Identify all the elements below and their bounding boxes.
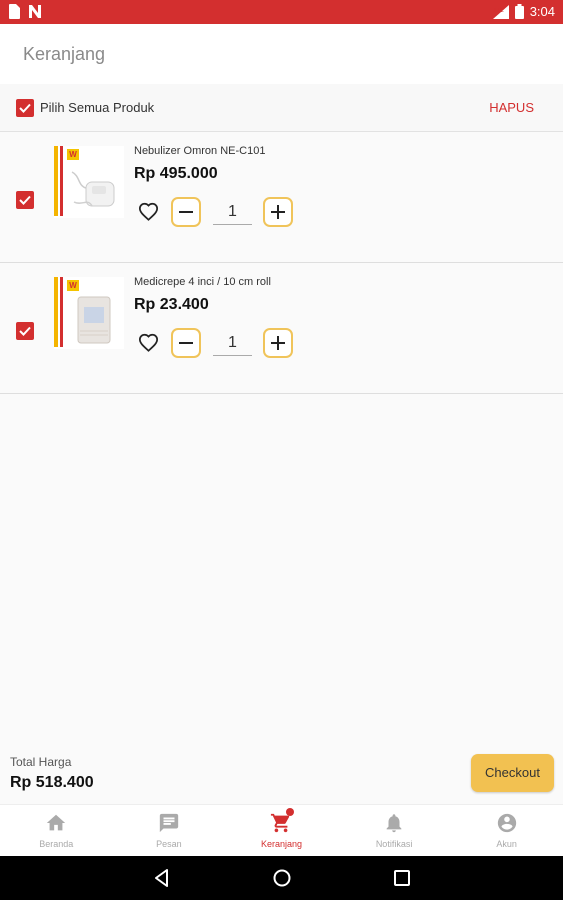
check-icon: [19, 326, 31, 336]
nebulizer-image: [71, 171, 115, 207]
increase-quantity-button[interactable]: [263, 197, 293, 227]
select-all-checkbox[interactable]: [16, 99, 34, 117]
nav-item-pesan[interactable]: Pesan: [113, 805, 226, 856]
status-bar: LTE 3:04: [0, 0, 563, 24]
battery-icon: [514, 4, 524, 19]
nav-item-keranjang[interactable]: Keranjang: [225, 805, 338, 856]
product-price: Rp 23.400: [134, 296, 209, 313]
select-all-row: Pilih Semua Produk HAPUS: [0, 84, 563, 132]
item-checkbox[interactable]: [16, 191, 34, 209]
heart-icon[interactable]: [138, 202, 159, 226]
recents-icon[interactable]: [392, 868, 412, 888]
heart-icon[interactable]: [138, 333, 159, 357]
cart-item: W Nebulizer Omron NE-C101 Rp 495.000 1: [0, 133, 563, 263]
nav-item-notifikasi[interactable]: Notifikasi: [338, 805, 451, 856]
svg-text:LTE: LTE: [494, 7, 504, 14]
check-icon: [19, 195, 31, 205]
clock: 3:04: [529, 4, 555, 19]
decrease-quantity-button[interactable]: [171, 328, 201, 358]
product-image[interactable]: W: [54, 146, 124, 218]
total-value: Rp 518.400: [10, 774, 94, 791]
signal-icon: LTE: [492, 4, 509, 19]
plus-icon: [271, 336, 285, 350]
product-price: Rp 495.000: [134, 165, 218, 182]
bandage-roll-image: [77, 296, 111, 344]
home-icon: [47, 814, 66, 831]
product-name[interactable]: Medicrepe 4 inci / 10 cm roll: [134, 276, 271, 288]
minus-icon: [179, 211, 193, 213]
delete-button[interactable]: HAPUS: [489, 100, 534, 115]
app-bar: Keranjang: [0, 24, 563, 84]
cart-badge: [286, 808, 295, 816]
checkout-button[interactable]: Checkout: [471, 754, 554, 792]
quantity-field[interactable]: 1: [213, 199, 252, 225]
bottom-nav: Beranda Pesan Keranjang Notifikasi Akun: [0, 804, 563, 856]
plus-icon: [271, 205, 285, 219]
increase-quantity-button[interactable]: [263, 328, 293, 358]
page-title: Keranjang: [23, 44, 106, 64]
check-icon: [19, 103, 31, 113]
select-all-label[interactable]: Pilih Semua Produk: [40, 100, 154, 115]
message-icon: [159, 813, 179, 833]
total-label: Total Harga: [10, 755, 72, 769]
store-logo: W: [67, 280, 79, 291]
nav-item-akun[interactable]: Akun: [450, 805, 563, 856]
file-icon: [8, 4, 20, 19]
account-icon: [497, 813, 516, 833]
app-notification-icon: [28, 5, 43, 18]
bell-icon: [386, 814, 402, 833]
quantity-field[interactable]: 1: [213, 330, 252, 356]
item-checkbox[interactable]: [16, 322, 34, 340]
minus-icon: [179, 342, 193, 344]
nav-item-beranda[interactable]: Beranda: [0, 805, 113, 856]
product-image[interactable]: W: [54, 277, 124, 349]
home-button-icon[interactable]: [272, 868, 292, 888]
product-name[interactable]: Nebulizer Omron NE-C101: [134, 145, 265, 157]
system-nav-bar: [0, 856, 563, 900]
back-icon[interactable]: [152, 868, 172, 888]
decrease-quantity-button[interactable]: [171, 197, 201, 227]
cart-item: W Medicrepe 4 inci / 10 cm roll Rp 23.40…: [0, 264, 563, 394]
store-logo: W: [67, 149, 79, 160]
